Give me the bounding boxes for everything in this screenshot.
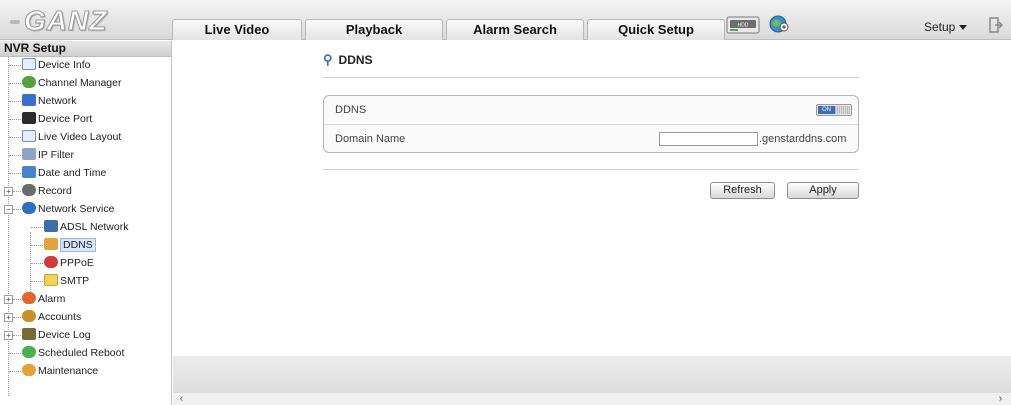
horizontal-scrollbar[interactable]: ‹ › bbox=[173, 392, 1011, 405]
tab-playback[interactable]: Playback bbox=[305, 19, 443, 40]
domain-name-label: Domain Name bbox=[335, 133, 406, 145]
network-status-icon[interactable] bbox=[768, 14, 790, 34]
expand-accounts-icon[interactable]: + bbox=[4, 313, 13, 322]
ip-filter-icon bbox=[22, 148, 36, 160]
tree-line bbox=[31, 227, 43, 228]
divider bbox=[323, 169, 859, 170]
sidebar-item-date-and-time[interactable]: Date and Time bbox=[22, 165, 106, 181]
domain-name-input[interactable] bbox=[659, 132, 758, 146]
smtp-icon bbox=[44, 274, 58, 286]
main-content: ⚲ DDNS DDNS ON Domain Name .genstarddns.c… bbox=[173, 41, 1011, 405]
sidebar-item-accounts[interactable]: Accounts bbox=[22, 309, 81, 325]
sidebar-item-ddns[interactable]: DDNS bbox=[44, 237, 96, 253]
tree-line bbox=[9, 65, 21, 66]
setup-menu-label: Setup bbox=[924, 20, 956, 34]
tab-live-video[interactable]: Live Video bbox=[172, 19, 302, 40]
setup-tree: Device Info Channel Manager Network Devi… bbox=[0, 57, 171, 405]
scroll-right-icon[interactable]: › bbox=[994, 393, 1007, 405]
tree-line bbox=[31, 281, 43, 282]
tree-line bbox=[8, 57, 9, 396]
sidebar-item-network[interactable]: Network bbox=[22, 93, 77, 109]
tab-quick-setup[interactable]: Quick Setup bbox=[587, 19, 725, 40]
network-icon bbox=[22, 94, 36, 106]
tree-line bbox=[31, 245, 43, 246]
logo-dash bbox=[10, 20, 20, 24]
toggle-off-handle bbox=[835, 106, 850, 114]
logo-text: GANZ bbox=[23, 5, 108, 37]
adsl-network-icon bbox=[44, 220, 58, 232]
sidebar: NVR Setup Device Info Channel Manager Ne… bbox=[0, 41, 172, 405]
page-title: ⚲ DDNS bbox=[323, 52, 373, 67]
domain-suffix: .genstarddns.com bbox=[759, 133, 847, 145]
sidebar-item-ip-filter[interactable]: IP Filter bbox=[22, 147, 74, 163]
sidebar-item-network-service[interactable]: Network Service bbox=[22, 201, 114, 217]
sidebar-item-maintenance[interactable]: Maintenance bbox=[22, 363, 98, 379]
ddns-icon bbox=[44, 238, 58, 250]
tree-line bbox=[9, 173, 21, 174]
tab-alarm-search[interactable]: Alarm Search bbox=[446, 19, 584, 40]
expand-alarm-icon[interactable]: + bbox=[4, 295, 13, 304]
apply-button[interactable]: Apply bbox=[787, 182, 859, 199]
tree-line bbox=[9, 119, 21, 120]
network-service-icon bbox=[22, 202, 36, 214]
sidebar-item-adsl-network[interactable]: ADSL Network bbox=[44, 219, 128, 235]
ganz-logo: GANZ bbox=[8, 4, 168, 37]
device-info-icon bbox=[22, 58, 36, 70]
bottom-band bbox=[173, 356, 1011, 392]
collapse-network-service-icon[interactable]: − bbox=[4, 205, 13, 214]
toggle-on-label: ON bbox=[818, 106, 835, 114]
ddns-settings-panel: DDNS ON Domain Name .genstarddns.com bbox=[323, 95, 859, 153]
tree-line bbox=[9, 137, 21, 138]
ddns-label: DDNS bbox=[335, 104, 367, 116]
tree-line bbox=[9, 353, 21, 354]
sidebar-item-channel-manager[interactable]: Channel Manager bbox=[22, 75, 121, 91]
sidebar-item-scheduled-reboot[interactable]: Scheduled Reboot bbox=[22, 345, 124, 361]
sidebar-item-record[interactable]: Record bbox=[22, 183, 72, 199]
ddns-toggle[interactable]: ON bbox=[816, 104, 852, 116]
domain-name-row: Domain Name .genstarddns.com bbox=[324, 124, 858, 152]
sidebar-item-device-log[interactable]: Device Log bbox=[22, 327, 91, 343]
channel-manager-icon bbox=[22, 76, 36, 88]
live-video-layout-icon bbox=[22, 130, 36, 142]
ddns-title-icon: ⚲ bbox=[323, 52, 333, 67]
scheduled-reboot-icon bbox=[22, 346, 36, 358]
sidebar-item-alarm[interactable]: Alarm bbox=[22, 291, 65, 307]
chevron-down-icon bbox=[959, 25, 968, 31]
sidebar-item-device-port[interactable]: Device Port bbox=[22, 111, 92, 127]
expand-device-log-icon[interactable]: + bbox=[4, 331, 13, 340]
record-icon bbox=[22, 184, 36, 196]
tree-line bbox=[9, 371, 21, 372]
top-bar: GANZ Live Video Playback Alarm Search Qu… bbox=[0, 0, 1011, 40]
tree-line bbox=[31, 263, 43, 264]
tree-line bbox=[13, 299, 21, 300]
sidebar-item-live-video-layout[interactable]: Live Video Layout bbox=[22, 129, 121, 145]
sidebar-item-pppoe[interactable]: PPPoE bbox=[44, 255, 94, 271]
sidebar-title: NVR Setup bbox=[0, 41, 171, 57]
sidebar-item-device-info[interactable]: Device Info bbox=[22, 57, 91, 73]
expand-record-icon[interactable]: + bbox=[4, 187, 13, 196]
alarm-icon bbox=[22, 292, 36, 304]
hdd-icon[interactable]: HDD bbox=[726, 16, 760, 34]
sidebar-item-smtp[interactable]: SMTP bbox=[44, 273, 89, 289]
tree-line bbox=[9, 101, 21, 102]
tree-line bbox=[9, 83, 21, 84]
pppoe-icon bbox=[44, 256, 58, 268]
device-port-icon bbox=[22, 112, 36, 124]
tree-line bbox=[9, 155, 21, 156]
ddns-enable-row: DDNS ON bbox=[324, 96, 858, 124]
tree-line bbox=[13, 317, 21, 318]
divider bbox=[323, 77, 859, 78]
maintenance-icon bbox=[22, 364, 36, 376]
logout-icon[interactable] bbox=[989, 17, 1003, 33]
refresh-button[interactable]: Refresh bbox=[710, 182, 775, 199]
hdd-icon-label: HDD bbox=[738, 23, 749, 29]
tree-line bbox=[13, 191, 21, 192]
date-time-icon bbox=[22, 166, 36, 178]
scroll-left-icon[interactable]: ‹ bbox=[175, 393, 188, 405]
tree-line bbox=[13, 335, 21, 336]
tree-line bbox=[13, 209, 21, 210]
accounts-icon bbox=[22, 310, 36, 322]
setup-menu[interactable]: Setup bbox=[924, 20, 968, 34]
device-log-icon bbox=[22, 328, 36, 340]
